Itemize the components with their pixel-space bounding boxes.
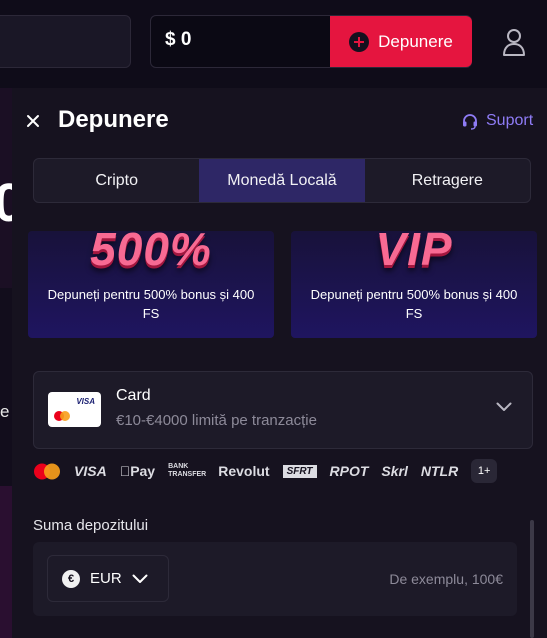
promo-text: Depuneți pentru 500% bonus și 400 FS [47,287,255,321]
apple-pay-label: Pay [119,463,155,479]
rapid-logo: RPOT [319,463,369,479]
amount-label: Suma depozitului [33,517,149,534]
support-label: Suport [486,112,534,129]
tab-withdraw[interactable]: Retragere [365,159,530,202]
bank-label: BANK [157,463,188,470]
balance-value: $ 0 [165,29,192,50]
panel-title: Depunere [58,106,169,133]
deposit-button[interactable]: Depunere [330,16,472,67]
payment-method-select[interactable]: VISA Card €10-€4000 limită pe tranzacție [33,371,533,449]
payment-logos: VISA Pay BANK TRANSFER Revolut SFRT RPO… [33,458,513,484]
mastercard-logo-icon [34,463,60,479]
sofort-logo: SFRT [282,464,317,478]
plus-circle-icon [349,31,370,52]
amount-box: € EUR [33,542,517,616]
tab-bar: Cripto Monedă Locală Retragere [33,158,531,203]
scrollbar[interactable] [530,520,534,638]
promo-headline: 500% [90,231,212,275]
transfer-label: TRANSFER [157,471,206,478]
visa-logo: VISA [74,463,107,479]
mastercard-icon [54,411,70,421]
visa-card-label: VISA [76,397,95,406]
currency-select[interactable]: € EUR [47,555,169,602]
headset-icon [463,114,477,130]
search-bar[interactable] [0,15,131,68]
deposit-button-label: Depunere [378,31,453,51]
euro-icon: € [62,569,80,588]
chevron-down-icon [496,402,512,411]
currency-code: EUR [90,570,122,587]
user-icon[interactable] [502,28,526,56]
background-page [0,88,12,638]
promo-card-vip[interactable]: VIP Depuneți pentru 500% bonus și 400 FS [291,231,537,338]
deposit-panel: Depunere Suport Cripto Monedă Locală Ret… [12,88,547,638]
card-icon: VISA [48,392,101,427]
apple-pay-logo: Pay [120,463,155,479]
more-methods-badge[interactable]: 1+ [471,459,498,483]
top-bar: $ 0 Depunere [0,0,547,88]
support-link[interactable]: Suport [461,112,533,130]
neteller-logo: NTLR [410,463,458,479]
chevron-down-icon [132,574,148,583]
skrill-logo: Skrl [370,463,407,479]
revolut-logo: Revolut [207,463,269,479]
background-text-fragment-small: e [0,402,10,421]
amount-input[interactable] [203,542,503,616]
background-banner [0,486,12,638]
promo-card-500[interactable]: 500% Depuneți pentru 500% bonus și 400 F… [28,231,274,338]
bank-transfer-logo: BANK TRANSFER [168,463,206,479]
promo-text: Depuneți pentru 500% bonus și 400 FS [310,287,518,321]
tab-local-currency[interactable]: Monedă Locală [199,159,365,202]
method-title: Card [116,387,151,404]
method-limit: €10-€4000 limită pe tranzacție [116,412,317,429]
tab-crypto[interactable]: Cripto [34,159,199,202]
promo-headline: VIP [375,231,453,275]
close-icon[interactable] [26,114,40,128]
apple-icon:  [120,463,131,479]
